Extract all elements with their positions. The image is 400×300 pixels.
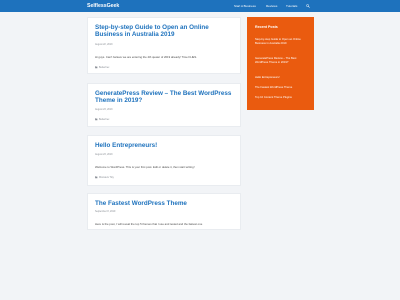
recent-post-link[interactable]: The Fastest WordPress Theme — [255, 86, 309, 90]
post-title[interactable]: GeneratePress Review – The Best WordPres… — [95, 90, 233, 104]
post-excerpt: Hi guys. Can't believe we are entering t… — [95, 55, 198, 59]
post-date: August 23, 2019 — [95, 153, 113, 156]
recent-post-link[interactable]: GeneratePress Review – The Best WordPres… — [255, 57, 309, 64]
folder-icon — [95, 118, 98, 121]
post-author[interactable]: Monsters Tiny — [99, 176, 114, 179]
search-icon[interactable] — [306, 4, 310, 8]
folder-icon — [95, 66, 98, 69]
site-title[interactable]: SelflessGeek — [87, 3, 119, 9]
folder-icon — [95, 176, 98, 179]
post-excerpt: Here is the post, I will reveal the top … — [95, 222, 203, 226]
post-title[interactable]: Step-by-step Guide to Open an Online Bus… — [95, 24, 233, 38]
recent-post-link[interactable]: Step-by-step Guide to Open an Online Bus… — [255, 38, 309, 45]
widget-title: Recent Posts — [255, 25, 278, 29]
nav-item-start-a-business[interactable]: Start A Business — [234, 4, 256, 9]
post-excerpt: Welcome to WordPress. This is your first… — [95, 165, 195, 169]
post-card: Hello Entrepreneurs! August 23, 2019 Wel… — [87, 135, 241, 186]
recent-post-link[interactable]: Top 10 Content Theme Plugins — [255, 96, 309, 100]
post-author[interactable]: Bettertrex — [99, 118, 109, 121]
recent-post-link[interactable]: Hello Entrepreneurs! — [255, 76, 309, 80]
post-date: August 23, 2019 — [95, 108, 113, 111]
post-card: The Fastest WordPress Theme September 8,… — [87, 193, 241, 230]
post-card: GeneratePress Review – The Best WordPres… — [87, 83, 241, 127]
site-header: SelflessGeek Start A Business Reviews Tu… — [0, 0, 400, 12]
nav-item-tutorials[interactable]: Tutorials — [286, 4, 297, 9]
post-card: Step-by-step Guide to Open an Online Bus… — [87, 17, 241, 74]
post-date: September 8, 2019 — [95, 210, 116, 213]
post-title[interactable]: The Fastest WordPress Theme — [95, 200, 233, 207]
nav-item-reviews[interactable]: Reviews — [266, 4, 277, 9]
post-author[interactable]: Bettertrex — [99, 66, 109, 69]
recent-posts-widget: Recent Posts Step-by-step Guide to Open … — [247, 17, 314, 110]
post-title[interactable]: Hello Entrepreneurs! — [95, 142, 233, 149]
post-date: August 22, 2019 — [95, 43, 113, 46]
